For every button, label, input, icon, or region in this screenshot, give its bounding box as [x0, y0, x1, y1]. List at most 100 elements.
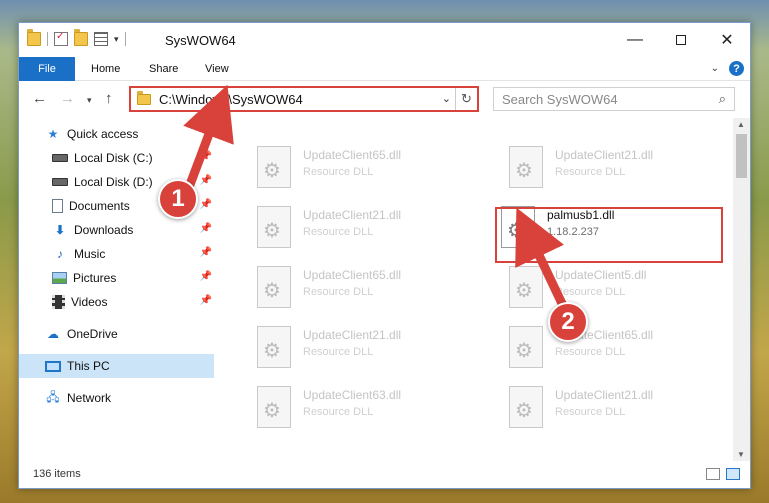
sidebar-item-label: Music: [74, 247, 106, 261]
new-folder-icon[interactable]: [74, 29, 88, 46]
file-item[interactable]: UpdateClient21.dll Resource DLL: [245, 202, 445, 254]
search-icon[interactable]: ⌕: [719, 91, 726, 107]
pin-icon[interactable]: 📌: [200, 271, 212, 282]
highlight-box: [495, 207, 723, 263]
file-type: Resource DLL: [555, 166, 626, 178]
sidebar-item-quick-access[interactable]: ★ Quick access: [19, 122, 214, 146]
file-item[interactable]: UpdateClient65.dll Resource DLL: [245, 262, 445, 314]
search-box[interactable]: Search SysWOW64 ⌕: [493, 87, 735, 111]
file-item[interactable]: UpdateClient21.dll Resource DLL: [497, 142, 697, 194]
view-options-icon[interactable]: [94, 32, 108, 46]
folder-icon[interactable]: [27, 29, 41, 46]
sidebar-item-music[interactable]: ♪ Music 📌: [19, 242, 214, 266]
file-type: Resource DLL: [303, 406, 374, 418]
music-icon: ♪: [57, 247, 63, 261]
file-name: UpdateClient63.dll: [303, 388, 402, 402]
dll-file-icon: [509, 326, 543, 368]
maximize-icon: [676, 35, 686, 45]
refresh-icon[interactable]: ↻: [455, 88, 477, 110]
pin-icon[interactable]: 📌: [200, 223, 212, 234]
sidebar-item-local-disk-c[interactable]: Local Disk (C:) 📌: [19, 146, 214, 170]
sidebar-item-label: Videos: [71, 295, 108, 309]
videos-icon: [52, 295, 65, 309]
maximize-button[interactable]: [658, 23, 704, 57]
title-bar: ▾ SysWOW64 — ✕: [19, 23, 750, 57]
scroll-up-icon[interactable]: ▲: [737, 120, 745, 129]
customize-toolbar-chevron-icon[interactable]: ▾: [114, 34, 119, 45]
pin-icon[interactable]: 📌: [200, 199, 212, 210]
minimize-button[interactable]: —: [612, 23, 658, 57]
sidebar-item-pictures[interactable]: Pictures 📌: [19, 266, 214, 290]
sidebar-item-downloads[interactable]: ⬇ Downloads 📌: [19, 218, 214, 242]
sidebar-item-label: Quick access: [67, 127, 139, 141]
properties-icon[interactable]: [54, 31, 68, 46]
file-type: Resource DLL: [555, 406, 626, 418]
file-item[interactable]: UpdateClient21.dll Resource DLL: [245, 322, 445, 374]
dll-file-icon: [509, 266, 543, 308]
pin-icon[interactable]: 📌: [200, 175, 212, 186]
details-view-icon[interactable]: [706, 468, 720, 480]
search-placeholder: Search SysWOW64: [502, 91, 618, 107]
file-type: Resource DLL: [555, 346, 626, 358]
forward-arrow-icon[interactable]: →: [60, 90, 75, 107]
file-item[interactable]: UpdateClient65.dll Resource DLL: [497, 322, 697, 374]
sidebar-item-label: Documents: [69, 199, 130, 213]
network-icon: 🖧: [46, 389, 60, 404]
address-path[interactable]: C:\Windows\SysWOW64: [159, 92, 303, 107]
file-item[interactable]: UpdateClient21.dll Resource DLL: [497, 382, 697, 434]
file-name: UpdateClient21.dll: [303, 208, 402, 222]
file-type: Resource DLL: [303, 226, 374, 238]
file-name: UpdateClient65.dll: [303, 268, 402, 282]
scroll-thumb[interactable]: [736, 134, 747, 178]
sidebar-item-this-pc[interactable]: This PC: [19, 354, 214, 378]
pin-icon[interactable]: 📌: [200, 295, 212, 306]
ribbon-controls: ⌄ ?: [711, 61, 744, 76]
sidebar-item-label: Local Disk (C:): [74, 151, 153, 165]
navigation-bar: ← → ▾ ↑ C:\Windows\SysWOW64 ⌄ ↻ Search S…: [19, 82, 750, 116]
folder-icon: [137, 90, 151, 105]
file-item[interactable]: UpdateClient65.dll Resource DLL: [245, 142, 445, 194]
file-type: Resource DLL: [303, 286, 374, 298]
file-type: Resource DLL: [303, 346, 374, 358]
address-history-chevron-icon[interactable]: ⌄: [442, 92, 451, 105]
tab-file[interactable]: File: [19, 57, 75, 81]
window-title: SysWOW64: [165, 33, 236, 48]
pin-icon[interactable]: 📌: [200, 151, 212, 162]
large-icons-view-icon[interactable]: [726, 468, 740, 480]
file-item[interactable]: UpdateClient5.dll Resource DLL: [497, 262, 697, 314]
annotation-badge-2: 2: [548, 302, 588, 342]
file-name: UpdateClient5.dll: [555, 268, 647, 282]
file-name: UpdateClient65.dll: [303, 148, 402, 162]
navigation-pane: ★ Quick access Local Disk (C:) 📌 Local D…: [19, 118, 214, 458]
sidebar-item-onedrive[interactable]: ☁ OneDrive: [19, 322, 214, 346]
file-list: UpdateClient65.dll Resource DLL UpdateCl…: [233, 118, 733, 461]
up-arrow-icon[interactable]: ↑: [105, 90, 113, 107]
documents-icon: [52, 199, 63, 213]
close-button[interactable]: ✕: [704, 23, 750, 57]
file-item[interactable]: UpdateClient63.dll Resource DLL: [245, 382, 445, 434]
file-name: UpdateClient21.dll: [555, 388, 654, 402]
tab-share[interactable]: Share: [135, 57, 192, 81]
toolbar-divider: [47, 32, 48, 46]
sidebar-item-label: OneDrive: [67, 327, 118, 341]
back-arrow-icon[interactable]: ←: [32, 90, 47, 107]
address-bar[interactable]: C:\Windows\SysWOW64 ⌄ ↻: [129, 86, 479, 112]
file-type: Resource DLL: [555, 286, 626, 298]
dll-file-icon: [509, 146, 543, 188]
expand-ribbon-chevron-icon[interactable]: ⌄: [711, 63, 719, 74]
status-bar: 136 items: [19, 462, 750, 488]
vertical-scrollbar[interactable]: ▲ ▼: [733, 118, 750, 461]
tab-home[interactable]: Home: [77, 57, 134, 81]
toolbar-divider: [124, 32, 126, 46]
pin-icon[interactable]: 📌: [200, 247, 212, 258]
downloads-icon: ⬇: [54, 223, 66, 237]
view-switcher: [706, 468, 740, 480]
tab-view[interactable]: View: [191, 57, 243, 81]
recent-locations-chevron-icon[interactable]: ▾: [87, 95, 92, 106]
sidebar-item-label: Downloads: [74, 223, 134, 237]
help-icon[interactable]: ?: [729, 61, 744, 76]
file-name: UpdateClient21.dll: [555, 148, 654, 162]
sidebar-item-network[interactable]: 🖧 Network: [19, 386, 214, 410]
sidebar-item-videos[interactable]: Videos 📌: [19, 290, 214, 314]
scroll-down-icon[interactable]: ▼: [737, 450, 745, 459]
